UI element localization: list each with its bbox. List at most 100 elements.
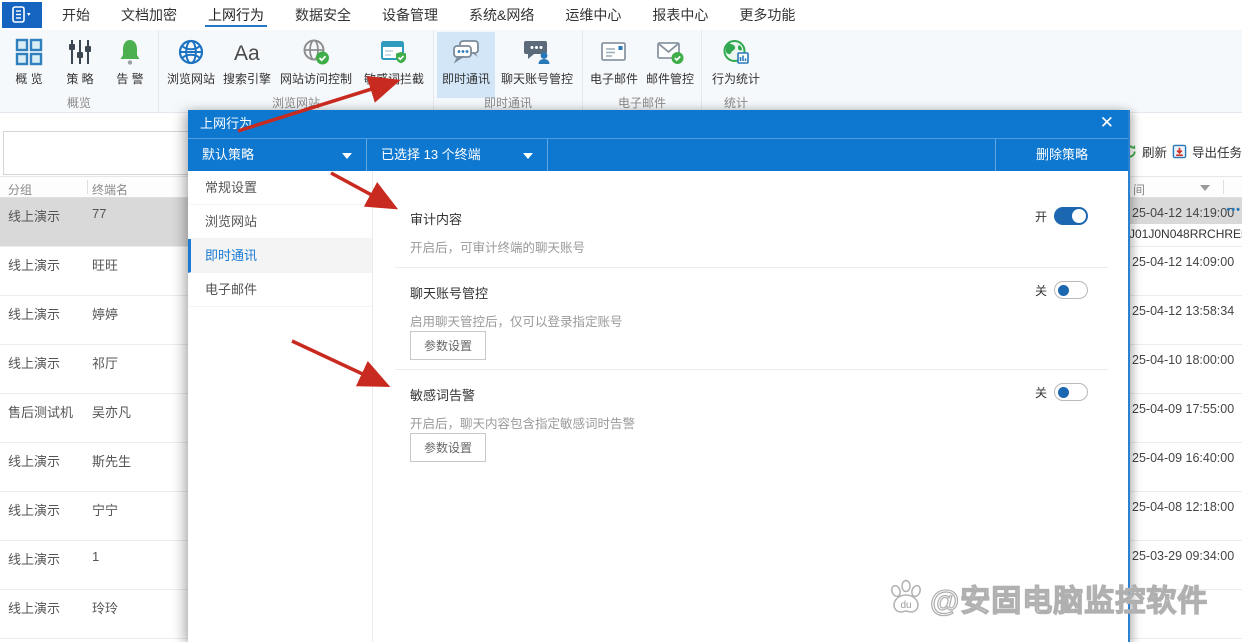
table-row[interactable]: 线上演示 玲玲: [0, 590, 188, 639]
tab-ops-center[interactable]: 运维中心: [565, 0, 621, 30]
cell-time: 25-04-12 14:09:00: [1132, 255, 1234, 269]
column-group[interactable]: 分组: [8, 181, 32, 198]
table-row[interactable]: 线上演示 祁厅: [0, 345, 188, 394]
chat-account-toggle[interactable]: [1054, 281, 1088, 299]
terminal-dropdown-value: 已选择 13 个终端: [381, 147, 481, 162]
terminal-dropdown[interactable]: 已选择 13 个终端: [367, 139, 548, 171]
policy-dropdown-value: 默认策略: [202, 147, 254, 162]
ribbon-group-browse: 浏览网站 Aa 搜索引擎 网站访问控制: [159, 30, 434, 112]
sidebar-item-general[interactable]: 常规设置: [188, 171, 372, 205]
search-engine-button[interactable]: Aa 搜索引擎: [220, 32, 274, 98]
terminal-table: 线上演示 77 线上演示 旺旺 线上演示 婷婷 线上演示 祁厅 售后测试机 吴亦…: [0, 198, 188, 639]
table-row[interactable]: 25-04-08 12:18:00: [1128, 492, 1242, 541]
sidebar-item-email[interactable]: 电子邮件: [188, 273, 372, 307]
toggle-state-label: 关: [1035, 282, 1047, 299]
email-icon: [599, 37, 629, 67]
table-row[interactable]: 售后测试机 吴亦凡: [0, 394, 188, 443]
column-terminal-name[interactable]: 终端名: [92, 181, 128, 198]
table-row[interactable]: 25-04-09 17:55:00: [1128, 394, 1242, 443]
close-icon[interactable]: ✕: [1100, 110, 1114, 138]
table-row[interactable]: 25-04-09 16:40:00: [1128, 443, 1242, 492]
sensitive-word-block-button[interactable]: 敏感词拦截: [358, 32, 430, 98]
time-column-header: 间: [1128, 176, 1242, 198]
row-more-menu[interactable]: •••: [1226, 204, 1241, 216]
delete-policy-button[interactable]: 删除策略: [995, 139, 1128, 172]
terminal-table-header: 分组 终端名: [0, 176, 188, 198]
chat-account-toggle-wrap: 关: [1035, 281, 1088, 299]
table-row[interactable]: 线上演示 宁宁: [0, 492, 188, 541]
table-toolbar: 刷新 导出任务: [1122, 140, 1242, 162]
tab-system-network[interactable]: 系统&网络: [469, 0, 534, 30]
sensitive-word-param-button[interactable]: 参数设置: [410, 433, 486, 462]
cell-time: 25-04-09 17:55:00: [1132, 402, 1234, 416]
app-window: 开始 文档加密 上网行为 数据安全 设备管理 系统&网络 运维中心 报表中心 更…: [0, 0, 1242, 642]
table-row[interactable]: 线上演示 旺旺: [0, 247, 188, 296]
search-engine-icon: Aa: [232, 37, 262, 67]
column-time[interactable]: 间: [1133, 181, 1145, 198]
site-access-control-icon: [301, 37, 331, 67]
cell-time: 25-03-29 09:34:00: [1132, 549, 1234, 563]
column-divider[interactable]: [1223, 180, 1224, 194]
button-label: 搜索引擎: [223, 70, 271, 87]
export-task-button[interactable]: 导出任务: [1192, 142, 1242, 161]
section-title-sensitive-word: 敏感词告警: [410, 385, 475, 404]
table-row[interactable]: [1128, 590, 1242, 639]
sidebar-item-im[interactable]: 即时通讯: [188, 239, 372, 273]
tab-data-security[interactable]: 数据安全: [295, 0, 351, 30]
filter-caret-icon[interactable]: [1200, 185, 1210, 191]
overview-button[interactable]: 概 览: [3, 32, 55, 98]
group-filter-box[interactable]: [3, 131, 193, 175]
email-button[interactable]: 电子邮件: [586, 32, 642, 98]
cell-terminal: 旺旺: [92, 255, 118, 274]
chat-account-param-button[interactable]: 参数设置: [410, 331, 486, 360]
browse-site-button[interactable]: 浏览网站: [162, 32, 220, 98]
policy-button[interactable]: 策 略: [55, 32, 105, 98]
chat-account-control-button[interactable]: 聊天账号管控: [495, 32, 579, 98]
svg-text:Aa: Aa: [234, 42, 260, 65]
tab-doc-encryption[interactable]: 文档加密: [121, 0, 177, 30]
tab-device-management[interactable]: 设备管理: [382, 0, 438, 30]
table-row[interactable]: 线上演示 1: [0, 541, 188, 590]
chevron-down-icon: [523, 153, 533, 159]
mail-control-button[interactable]: 邮件管控: [642, 32, 698, 98]
table-row[interactable]: 25-04-10 18:00:00: [1128, 345, 1242, 394]
cell-terminal: 宁宁: [92, 500, 118, 519]
dialog-body: 常规设置 浏览网站 即时通讯 电子邮件 审计内容 开 开启后，可审计终端的聊天账…: [188, 171, 1128, 642]
cell-group: 线上演示: [8, 206, 60, 225]
cell-terminal: 77: [92, 206, 106, 221]
sensitive-word-block-icon: [379, 37, 409, 67]
table-row[interactable]: 线上演示 斯先生: [0, 443, 188, 492]
policy-dropdown[interactable]: 默认策略: [188, 139, 367, 171]
section-title-chat-account: 聊天账号管控: [410, 283, 488, 302]
tab-more-features[interactable]: 更多功能: [739, 0, 795, 30]
policy-sliders-icon: [65, 37, 95, 67]
button-label: 电子邮件: [590, 70, 638, 87]
im-chat-button[interactable]: 即时通讯: [437, 32, 495, 98]
button-label: 概 览: [15, 70, 42, 87]
app-menu-button[interactable]: [2, 2, 42, 28]
sensitive-word-toggle[interactable]: [1054, 383, 1088, 401]
audit-content-toggle[interactable]: [1054, 207, 1088, 225]
table-row[interactable]: 25-04-12 14:09:00: [1128, 247, 1242, 296]
sidebar-item-browse[interactable]: 浏览网站: [188, 205, 372, 239]
button-label: 网站访问控制: [280, 70, 352, 87]
tab-internet-behavior[interactable]: 上网行为: [208, 0, 264, 30]
cell-group: 线上演示: [8, 304, 60, 323]
refresh-button[interactable]: 刷新: [1142, 142, 1167, 161]
table-row[interactable]: 25-04-12 14:19:00 ••• J01J0N048RRCHRE5J.…: [1128, 198, 1242, 247]
table-row[interactable]: 25-04-12 13:58:34: [1128, 296, 1242, 345]
tab-start[interactable]: 开始: [62, 0, 90, 30]
alert-button[interactable]: 告 警: [105, 32, 155, 98]
column-divider[interactable]: [87, 180, 88, 194]
tab-report-center[interactable]: 报表中心: [652, 0, 708, 30]
chat-account-icon: [522, 37, 552, 67]
ribbon-group-overview: 概 览 策 略 告 警 概览: [0, 30, 159, 112]
cell-terminal: 斯先生: [92, 451, 131, 470]
cell-terminal: 婷婷: [92, 304, 118, 323]
table-row[interactable]: 线上演示 婷婷: [0, 296, 188, 345]
site-access-control-button[interactable]: 网站访问控制: [274, 32, 358, 98]
table-row[interactable]: 线上演示 77: [0, 198, 188, 247]
table-row[interactable]: 25-03-29 09:34:00: [1128, 541, 1242, 590]
group-label: 电子邮件: [583, 94, 701, 111]
behavior-stats-button[interactable]: 行为统计: [705, 32, 767, 98]
